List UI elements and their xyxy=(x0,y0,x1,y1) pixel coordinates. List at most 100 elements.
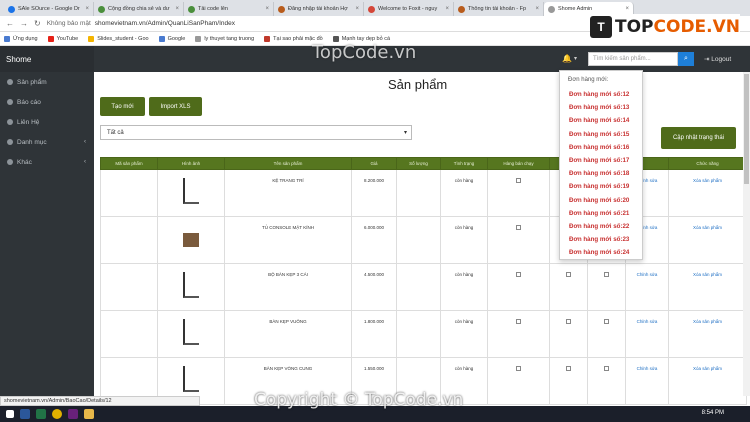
new-order-item[interactable]: Đơn hàng mới số:19 xyxy=(560,180,642,193)
windows-start-icon[interactable] xyxy=(6,410,14,418)
folder-icon[interactable] xyxy=(84,409,94,419)
new-order-item[interactable]: Đơn hàng mới số:24 xyxy=(560,246,642,259)
new-orders-dropdown: Đơn hàng mới: Đơn hàng mới số:12 Đơn hàng… xyxy=(559,70,643,260)
url-text: shomevietnam.vn/Admin/QuanLiSanPham/Inde… xyxy=(94,20,235,27)
delete-link[interactable]: Xóa sản phẩm xyxy=(668,263,747,311)
flag-cell xyxy=(587,310,626,358)
delete-link[interactable]: Xóa sản phẩm xyxy=(668,169,747,217)
table-row: BỘ BÀN KẸP 3 CÁI 4.500.000 còn hàng Chỉnh s… xyxy=(100,263,747,311)
bookmark-google[interactable]: Google xyxy=(158,35,185,42)
col-header[interactable]: Hình ảnh xyxy=(157,157,225,170)
browser-tab[interactable]: Welcome to Foxit - nguy × xyxy=(364,2,454,16)
bookmark-item[interactable]: ly thuyet tang truong xyxy=(195,35,254,42)
product-status-cell: còn hàng xyxy=(440,310,488,358)
close-icon[interactable]: × xyxy=(85,6,89,12)
bookmark-label: Tại sao phải mặc đồ xyxy=(273,35,323,42)
checkbox[interactable] xyxy=(516,366,521,371)
bookmark-item[interactable]: Tại sao phải mặc đồ xyxy=(264,35,323,42)
forward-icon[interactable]: → xyxy=(20,19,28,28)
checkbox[interactable] xyxy=(604,319,609,324)
edit-link[interactable]: Chỉnh sửa xyxy=(625,263,669,311)
word-icon[interactable] xyxy=(20,409,30,419)
bookmark-slides[interactable]: Slides_student - Goo xyxy=(88,35,149,42)
product-price-cell: 8.200.000 xyxy=(351,169,397,217)
sidebar-item-contact[interactable]: Liên Hệ xyxy=(0,112,94,132)
browser-tab[interactable]: Tải code lên × xyxy=(184,2,274,16)
col-header[interactable]: Số lượng xyxy=(396,157,441,170)
search-button[interactable]: ⌕ xyxy=(678,52,694,66)
new-order-item[interactable]: Đơn hàng mới số:16 xyxy=(560,141,642,154)
chevron-down-icon[interactable]: ▾ xyxy=(574,55,577,62)
scrollbar-thumb[interactable] xyxy=(744,74,749,184)
close-icon[interactable]: × xyxy=(445,6,449,12)
close-icon[interactable]: × xyxy=(355,6,359,12)
import-xls-button[interactable]: Import XLS xyxy=(149,97,202,116)
new-order-item[interactable]: Đơn hàng mới số:23 xyxy=(560,233,642,246)
sidebar-item-categories[interactable]: Danh mục ‹ xyxy=(0,132,94,152)
logout-link[interactable]: ⇥ Logout xyxy=(704,55,731,63)
close-icon[interactable]: × xyxy=(265,6,269,12)
col-header[interactable]: Tên sản phẩm xyxy=(224,157,352,170)
brand[interactable]: Shome xyxy=(0,46,94,72)
bookmark-youtube[interactable]: YouTube xyxy=(47,35,78,42)
edit-link[interactable]: Chỉnh sửa xyxy=(625,310,669,358)
sidebar-item-products[interactable]: Sản phẩm xyxy=(0,72,94,92)
checkbox[interactable] xyxy=(604,366,609,371)
checkbox[interactable] xyxy=(566,272,571,277)
browser-tab[interactable]: Đăng nhập tài khoản Hợ × xyxy=(274,2,364,16)
status-filter-select[interactable]: Tất cả ▾ xyxy=(100,125,412,140)
new-order-item[interactable]: Đơn hàng mới số:15 xyxy=(560,128,642,141)
topcode-logo-text: TOPCODE.VN xyxy=(615,17,740,37)
close-icon[interactable]: × xyxy=(625,6,629,12)
new-order-item[interactable]: Đơn hàng mới số:12 xyxy=(560,88,642,101)
checkbox[interactable] xyxy=(516,225,521,230)
product-price-cell: 1.800.000 xyxy=(351,310,397,358)
new-order-item[interactable]: Đơn hàng mới số:13 xyxy=(560,101,642,114)
delete-link[interactable]: Xóa sản phẩm xyxy=(668,357,747,405)
create-new-button[interactable]: Tạo mới xyxy=(100,97,145,116)
new-order-item[interactable]: Đơn hàng mới số:21 xyxy=(560,207,642,220)
new-order-item[interactable]: Đơn hàng mới số:22 xyxy=(560,220,642,233)
url-field[interactable]: Không bảo mật shomevietnam.vn/Admin/QuanL… xyxy=(47,20,235,27)
checkbox[interactable] xyxy=(516,319,521,324)
product-price-cell: 4.500.000 xyxy=(351,263,397,311)
notification-bell-icon[interactable]: 🔔 xyxy=(562,54,572,63)
browser-tab[interactable]: Cộng đồng chia sẻ và dư × xyxy=(94,2,184,16)
checkbox[interactable] xyxy=(566,366,571,371)
browser-tab[interactable]: SAle SOurce - Google Dr × xyxy=(4,2,94,16)
checkbox[interactable] xyxy=(604,272,609,277)
browser-tab[interactable]: Thông tin tài khoản - Fp × xyxy=(454,2,544,16)
chrome-icon[interactable] xyxy=(52,409,62,419)
new-order-item[interactable]: Đơn hàng mới số:18 xyxy=(560,167,642,180)
sidebar-item-reports[interactable]: Báo cáo xyxy=(0,92,94,112)
close-icon[interactable]: × xyxy=(175,6,179,12)
checkbox[interactable] xyxy=(516,178,521,183)
checkbox[interactable] xyxy=(566,319,571,324)
report-icon xyxy=(7,99,13,105)
col-header[interactable]: Tình trạng xyxy=(440,157,488,170)
delete-link[interactable]: Xóa sản phẩm xyxy=(668,216,747,264)
search-input[interactable]: Tìm kiếm sản phẩm... xyxy=(588,52,678,66)
page-scrollbar[interactable] xyxy=(743,72,750,396)
sidebar-item-other[interactable]: Khác ‹ xyxy=(0,152,94,172)
new-order-item[interactable]: Đơn hàng mới số:17 xyxy=(560,154,642,167)
visual-studio-icon[interactable] xyxy=(68,409,78,419)
checkbox[interactable] xyxy=(516,272,521,277)
reload-icon[interactable]: ↻ xyxy=(34,19,41,28)
col-header[interactable]: Mã sản phẩm xyxy=(100,157,158,170)
tab-label: Đăng nhập tài khoản Hợ xyxy=(288,6,348,12)
col-header[interactable]: Chức năng xyxy=(668,157,747,170)
col-header[interactable]: Hàng bán chạy xyxy=(487,157,550,170)
product-thumbnail xyxy=(183,233,199,247)
excel-icon[interactable] xyxy=(36,409,46,419)
delete-link[interactable]: Xóa sản phẩm xyxy=(668,310,747,358)
back-icon[interactable]: ← xyxy=(6,19,14,28)
new-order-item[interactable]: Đơn hàng mới số:14 xyxy=(560,114,642,127)
new-order-item[interactable]: Đơn hàng mới số:20 xyxy=(560,194,642,207)
bookmark-item[interactable]: Mạnh tay dẹp bỏ cá xyxy=(332,35,390,42)
edit-link[interactable]: Chỉnh sửa xyxy=(625,357,669,405)
bookmark-apps[interactable]: Ứng dụng xyxy=(4,35,38,42)
update-status-button[interactable]: Cập nhật trạng thái xyxy=(661,127,736,149)
col-header[interactable]: Giá xyxy=(351,157,397,170)
close-icon[interactable]: × xyxy=(535,6,539,12)
